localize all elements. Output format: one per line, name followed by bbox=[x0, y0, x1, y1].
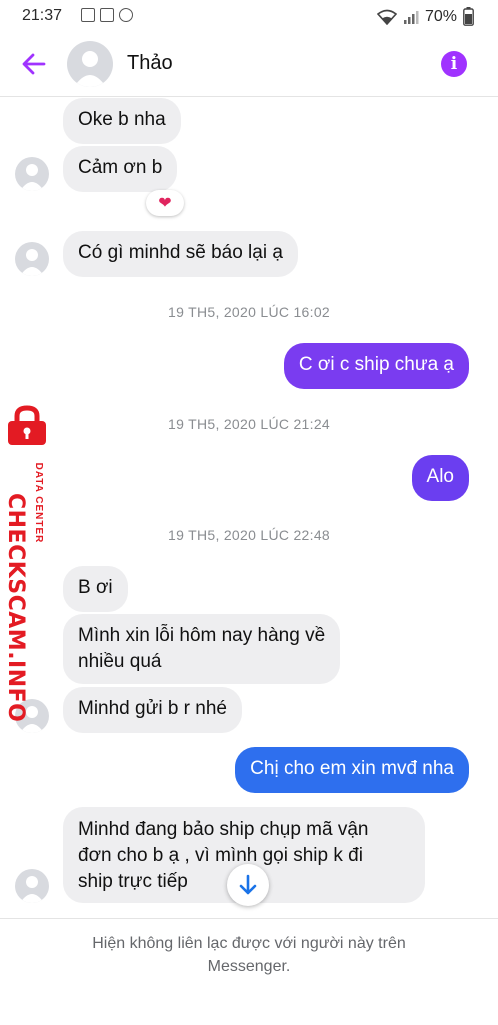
battery-icon bbox=[463, 7, 474, 26]
sender-avatar bbox=[15, 157, 49, 191]
info-icon[interactable]: i bbox=[441, 51, 467, 77]
timestamp-divider: 19 TH5, 2020 LÚC 21:24 bbox=[167, 416, 330, 432]
signal-icon bbox=[403, 9, 419, 25]
message-bubble[interactable]: Mình xin lỗi hôm nay hàng về nhiều quá bbox=[63, 614, 341, 684]
message-bubble[interactable]: Có gì minhd sẽ báo lại ạ bbox=[63, 231, 298, 277]
checkscam-watermark: CHECKSCAM.INFO DATA CENTER bbox=[0, 405, 60, 723]
messenger-notification-icon bbox=[119, 8, 133, 22]
message-bubble-sent[interactable]: Chị cho em xin mvđ nha bbox=[235, 747, 469, 793]
notification-icons bbox=[81, 8, 133, 22]
message-bubble[interactable]: Cảm ơn b bbox=[63, 146, 178, 192]
status-bar: 21:37 70% bbox=[0, 0, 498, 32]
contact-name[interactable]: Thảo bbox=[127, 52, 173, 75]
contact-avatar[interactable] bbox=[67, 41, 113, 87]
back-arrow-icon[interactable] bbox=[20, 51, 48, 77]
battery-percent: 70% bbox=[424, 7, 457, 25]
wifi-icon bbox=[376, 9, 397, 25]
message-bubble[interactable]: B ơi bbox=[63, 566, 128, 612]
gallery-notification-icon bbox=[81, 8, 95, 22]
conversation-header: Thảo i bbox=[0, 32, 498, 97]
timestamp-divider: 19 TH5, 2020 LÚC 22:48 bbox=[167, 527, 330, 543]
mail-notification-icon bbox=[100, 8, 114, 22]
watermark-tagline: DATA CENTER bbox=[33, 462, 44, 544]
watermark-brand: CHECKSCAM.INFO bbox=[3, 493, 28, 723]
sender-avatar bbox=[15, 242, 49, 276]
status-time: 21:37 bbox=[22, 7, 63, 24]
message-bubble-sent[interactable]: C ơi c ship chưa ạ bbox=[283, 343, 469, 389]
arrow-down-icon bbox=[239, 874, 257, 895]
composer-disabled-notice: Hiện không liên lạc được với người này t… bbox=[0, 918, 498, 1025]
timestamp-divider: 19 TH5, 2020 LÚC 16:02 bbox=[167, 304, 330, 320]
unavailable-notice: Hiện không liên lạc được với người này t… bbox=[92, 935, 406, 975]
sender-avatar bbox=[15, 869, 49, 903]
message-bubble[interactable]: Minhd gửi b r nhé bbox=[63, 687, 242, 733]
heart-reaction-icon[interactable]: ❤ bbox=[146, 190, 184, 216]
message-bubble[interactable]: Oke b nha bbox=[63, 98, 181, 144]
scroll-down-button[interactable] bbox=[227, 864, 269, 906]
lock-icon bbox=[4, 405, 50, 447]
message-bubble-sent[interactable]: Alo bbox=[411, 455, 469, 501]
